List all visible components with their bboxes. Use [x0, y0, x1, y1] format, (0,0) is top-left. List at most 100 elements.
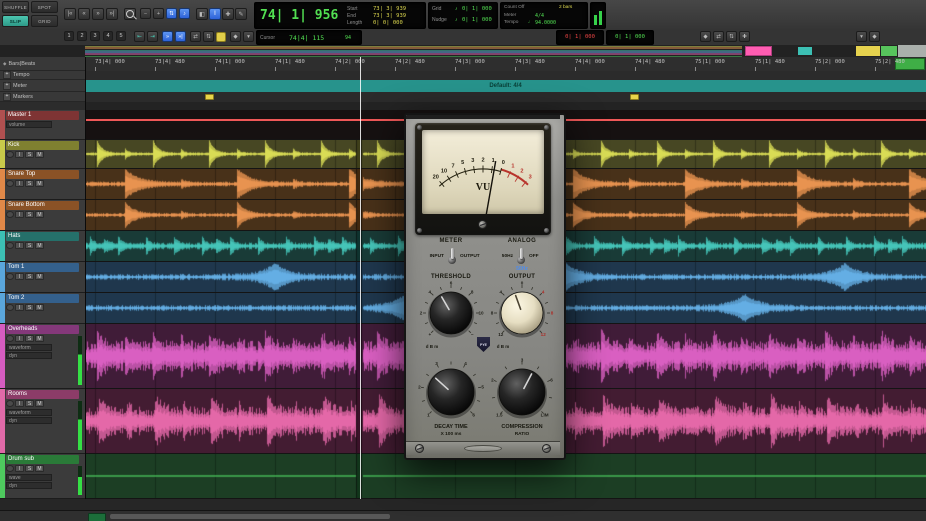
- midi-zoom-button[interactable]: ♪: [179, 8, 190, 19]
- transport-forward-button[interactable]: »: [92, 8, 104, 20]
- analog-hpf-switch[interactable]: [516, 246, 526, 265]
- count-off-label[interactable]: Count Off: [504, 5, 524, 10]
- pre-roll-value[interactable]: 0| 1| 000: [557, 31, 603, 43]
- toolbar-extra-button[interactable]: ⇄: [713, 31, 724, 42]
- toolbar-extra-button[interactable]: ◆: [869, 31, 880, 42]
- toolbar-extra-button[interactable]: ◆: [700, 31, 711, 42]
- track-view-selector[interactable]: volume: [6, 121, 52, 128]
- track-name[interactable]: Master 1: [6, 111, 79, 120]
- bar-beat-label[interactable]: 74|3| 000: [455, 59, 485, 65]
- pencil-tool-button[interactable]: ✎: [235, 8, 247, 20]
- track-name[interactable]: Kick: [6, 141, 79, 150]
- compression-ratio-knob[interactable]: 1.5236LIM: [483, 353, 561, 431]
- track-s-button[interactable]: S: [25, 465, 34, 472]
- meter-adjust-screw[interactable]: [478, 220, 487, 229]
- track-i-button[interactable]: I: [15, 242, 24, 249]
- memory-location-2[interactable]: 2: [77, 31, 87, 41]
- transport-info-display[interactable]: Count Off 2 bars Meter 4/4 Tempo ♩ 94.00…: [500, 2, 588, 29]
- track-name[interactable]: Snare Top: [6, 170, 79, 179]
- audio-zoom-button[interactable]: ⇅: [166, 8, 177, 19]
- bar-beat-label[interactable]: 74|1| 480: [275, 59, 305, 65]
- mode-shuffle-button[interactable]: SHUFFLE: [2, 1, 29, 13]
- mode-slip-button[interactable]: SLIP: [2, 15, 29, 27]
- track-view-selector[interactable]: waveform: [6, 409, 52, 416]
- memory-location-1[interactable]: 1: [64, 31, 74, 41]
- transport-rtz-button[interactable]: |«: [64, 8, 76, 20]
- track-name[interactable]: Tom 1: [6, 263, 79, 272]
- bar-beat-label[interactable]: 75|2| 000: [815, 59, 845, 65]
- track-i-button[interactable]: I: [15, 400, 24, 407]
- transport-end-button[interactable]: »|: [106, 8, 118, 20]
- toolbar-extra-button[interactable]: ▾: [856, 31, 867, 42]
- memory-location-3[interactable]: 3: [90, 31, 100, 41]
- track-m-button[interactable]: M: [35, 151, 44, 158]
- track-name[interactable]: Rooms: [6, 390, 79, 399]
- meter-source-switch[interactable]: [447, 246, 457, 265]
- track-m-button[interactable]: M: [35, 273, 44, 280]
- insertion-follows-playback-button[interactable]: »|: [175, 31, 186, 42]
- bars-beats-ruler[interactable]: 73|4| 00073|4| 48074|1| 00074|1| 48074|2…: [85, 57, 926, 72]
- memory-location-4[interactable]: 4: [103, 31, 113, 41]
- main-counter-display[interactable]: 74| 1| 956 Start 73| 3| 939 End 73| 3| 9…: [254, 2, 426, 29]
- ruler-name-meter[interactable]: +Meter: [0, 80, 85, 92]
- bar-beat-label[interactable]: 74|4| 480: [635, 59, 665, 65]
- mirrored-editing-indicator[interactable]: [216, 32, 226, 42]
- track-lane-drum-sub[interactable]: [85, 454, 926, 499]
- bar-beat-label[interactable]: 73|4| 000: [95, 59, 125, 65]
- mode-grid-button[interactable]: GRID: [31, 15, 58, 27]
- output-knob[interactable]: 128404812: [485, 276, 559, 350]
- track-m-button[interactable]: M: [35, 335, 44, 342]
- track-s-button[interactable]: S: [25, 180, 34, 187]
- pre-roll-display[interactable]: 0| 1| 000: [556, 30, 604, 45]
- bar-beat-label[interactable]: 74|1| 000: [215, 59, 245, 65]
- record-enable-button[interactable]: [6, 180, 14, 187]
- waveform-drum-sub[interactable]: [85, 454, 926, 498]
- bar-beat-label[interactable]: 75|1| 480: [755, 59, 785, 65]
- universe-view-indicator[interactable]: [898, 45, 926, 57]
- track-i-button[interactable]: I: [15, 335, 24, 342]
- track-s-button[interactable]: S: [25, 400, 34, 407]
- track-name[interactable]: Hats: [6, 232, 79, 241]
- track-m-button[interactable]: M: [35, 465, 44, 472]
- selection-end-value[interactable]: 73| 3| 939: [373, 13, 406, 19]
- trim-tool-button[interactable]: ◧: [196, 8, 208, 20]
- track-i-button[interactable]: I: [15, 465, 24, 472]
- transport-rewind-button[interactable]: «: [78, 8, 90, 20]
- track-view-selector[interactable]: waveform: [6, 344, 52, 351]
- bar-beat-label[interactable]: 75|1| 000: [695, 59, 725, 65]
- record-enable-button[interactable]: [6, 242, 14, 249]
- record-enable-button[interactable]: [6, 211, 14, 218]
- track-s-button[interactable]: S: [25, 151, 34, 158]
- selection-start-value[interactable]: 73| 3| 939: [373, 6, 406, 12]
- track-i-button[interactable]: I: [15, 304, 24, 311]
- grid-nudge-display[interactable]: Grid ♪ 0| 1| 000 Nudge ♪ 0| 1| 000: [428, 2, 498, 29]
- bar-beat-label[interactable]: 75|2| 480: [875, 59, 905, 65]
- post-roll-value[interactable]: 0| 1| 000: [607, 31, 653, 43]
- ruler-name-tempo[interactable]: +Tempo: [0, 71, 85, 80]
- record-enable-button[interactable]: [6, 151, 14, 158]
- link-track-selection-button[interactable]: ⇅: [203, 31, 214, 42]
- record-enable-button[interactable]: [6, 335, 14, 342]
- track-name[interactable]: Snare Bottom: [6, 201, 79, 210]
- decay-time-knob[interactable]: 123456: [412, 353, 490, 431]
- compressor-plugin-window[interactable]: 2010753210123VU METER ANALOG INPUT OUTPU…: [404, 113, 566, 460]
- track-view-selector[interactable]: wave: [6, 474, 52, 481]
- memory-location-5[interactable]: 5: [116, 31, 126, 41]
- ruler-name-markers[interactable]: +Markers: [0, 92, 85, 102]
- track-m-button[interactable]: M: [35, 211, 44, 218]
- track-m-button[interactable]: M: [35, 304, 44, 311]
- threshold-knob[interactable]: +246810−: [414, 276, 488, 350]
- tempo-value[interactable]: 94.0000: [535, 20, 556, 26]
- track-i-button[interactable]: I: [15, 273, 24, 280]
- ruler-name-bars-beats[interactable]: ◆Bars|Beats: [0, 57, 85, 71]
- meter-value[interactable]: 4/4: [535, 13, 544, 19]
- grid-value[interactable]: 0| 1| 000: [462, 6, 492, 12]
- track-s-button[interactable]: S: [25, 242, 34, 249]
- snap-button[interactable]: ◆: [230, 31, 241, 42]
- tab-to-transient-button[interactable]: »: [162, 31, 173, 42]
- track-view-selector[interactable]: dyn: [6, 482, 52, 489]
- selector-tool-button[interactable]: I: [209, 8, 221, 20]
- record-enable-button[interactable]: [6, 273, 14, 280]
- zoom-in-button[interactable]: +: [153, 8, 164, 19]
- plus-icon[interactable]: +: [3, 71, 11, 79]
